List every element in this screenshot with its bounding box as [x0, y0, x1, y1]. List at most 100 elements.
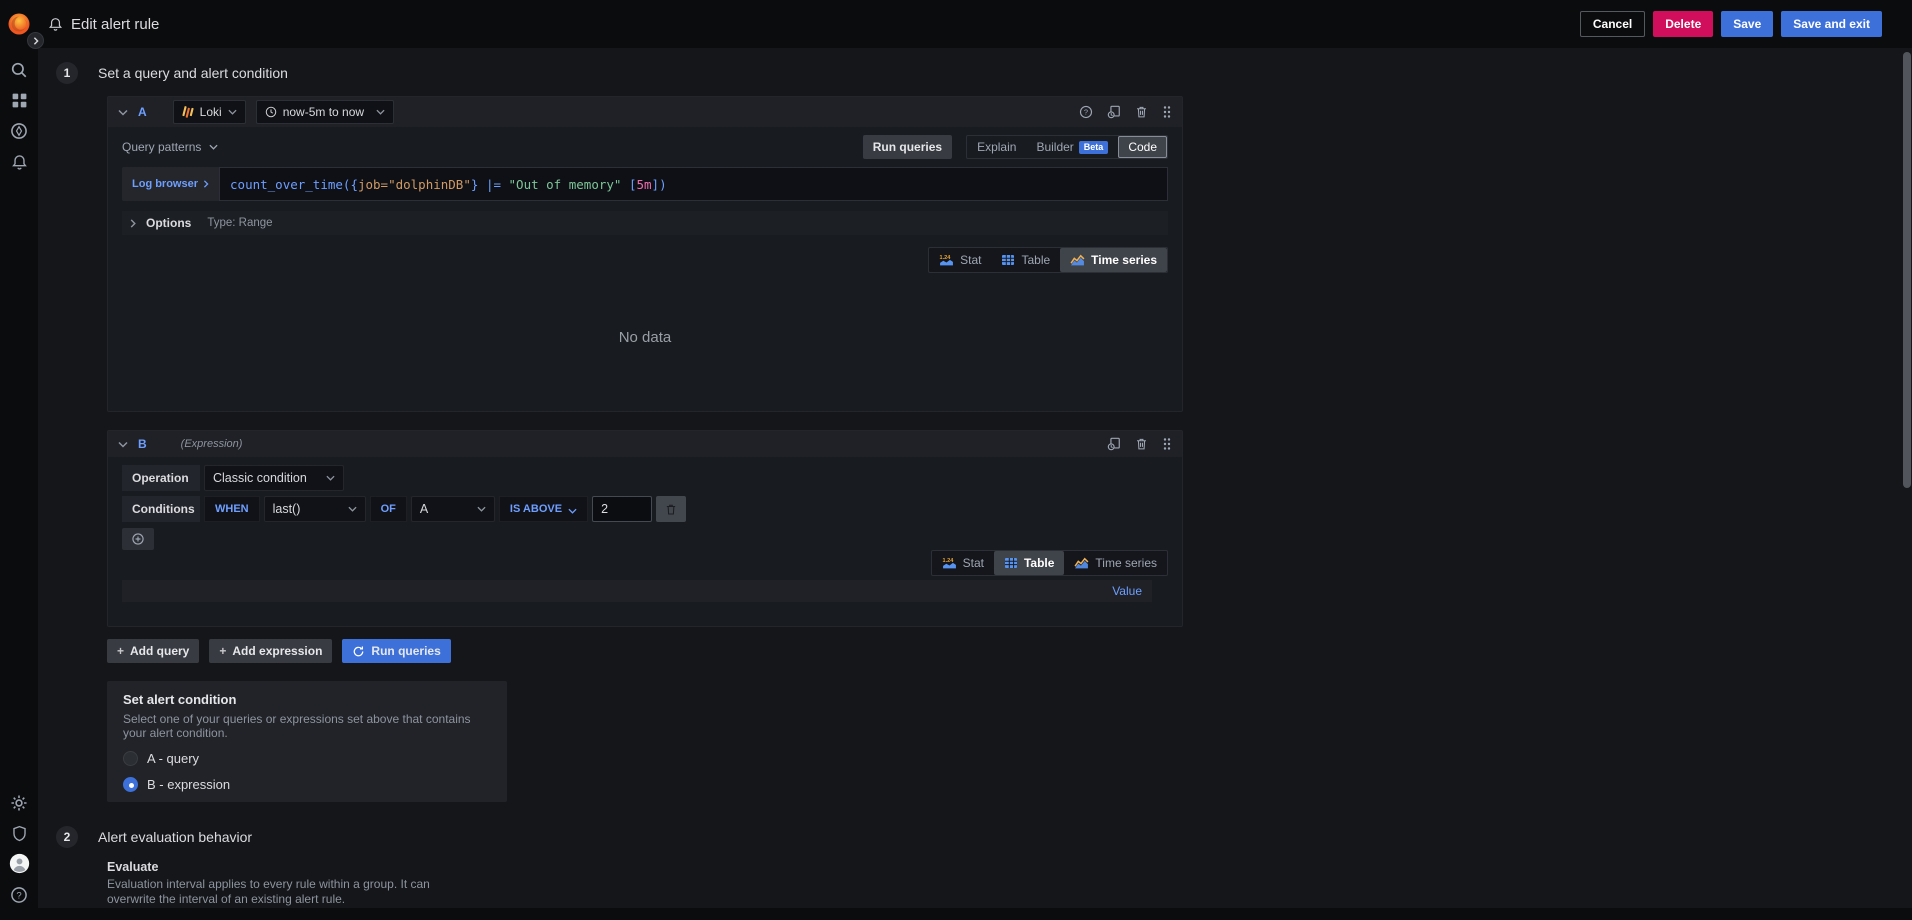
grafana-logo[interactable] — [6, 11, 32, 37]
query-patterns-label: Query patterns — [122, 140, 202, 154]
value-column-header[interactable]: Value — [1112, 584, 1142, 598]
options-label: Options — [146, 216, 192, 230]
time-range-picker[interactable]: now-5m to now — [255, 100, 395, 124]
server-admin-shield-icon[interactable] — [0, 818, 38, 848]
sidebar-expand-button[interactable] — [27, 32, 44, 49]
reducer-function-select[interactable]: last() — [263, 496, 366, 522]
query-actions-row: + Add query + Add expression Run queries — [107, 639, 1912, 663]
query-ref-select[interactable]: A — [410, 496, 495, 522]
beta-badge: Beta — [1078, 140, 1109, 154]
save-button[interactable]: Save — [1721, 11, 1774, 37]
evaluation-block: Evaluate Evaluation interval applies to … — [107, 860, 1912, 908]
add-expression-button[interactable]: + Add expression — [209, 639, 333, 663]
configuration-gear-icon[interactable] — [0, 788, 38, 818]
clock-icon — [265, 106, 276, 118]
expression-result-table: Value — [122, 580, 1152, 618]
condition-option-a[interactable]: A - query — [123, 751, 491, 766]
drag-handle-icon[interactable] — [1162, 437, 1172, 451]
viz-table-tab[interactable]: Table — [991, 248, 1060, 272]
explore-compass-icon[interactable] — [0, 116, 38, 146]
alert-bell-icon — [48, 17, 63, 32]
page-title: Edit alert rule — [71, 15, 160, 33]
delete-button[interactable]: Delete — [1653, 11, 1714, 37]
vertical-scrollbar[interactable] — [1903, 52, 1911, 488]
stat-icon: 1.24 — [942, 558, 956, 569]
radio-unchecked[interactable] — [123, 751, 138, 766]
threshold-input[interactable] — [592, 496, 653, 522]
step-1-number: 1 — [56, 62, 78, 84]
query-code-input[interactable]: count_over_time({job = "dolphinDB"} |= "Ou… — [219, 167, 1168, 201]
datasource-name: Loki — [199, 105, 222, 119]
editor-mode-explain[interactable]: Explain — [967, 136, 1026, 158]
of-keyword: OF — [369, 496, 407, 522]
collapse-chevron-icon[interactable] — [118, 109, 128, 116]
viz-canvas-a: No data — [122, 273, 1168, 401]
query-a-header: A Loki now-5m to now ? — [108, 97, 1182, 127]
set-alert-condition-box: Set alert condition Select one of your q… — [107, 681, 507, 802]
time-series-icon — [1070, 254, 1085, 266]
set-alert-condition-title: Set alert condition — [123, 692, 237, 707]
alerting-bell-icon[interactable] — [0, 147, 38, 177]
query-options-toggle[interactable]: Options Type: Range — [122, 211, 1168, 235]
user-avatar[interactable] — [0, 848, 38, 878]
viz-stat-tab[interactable]: 1.24 Stat — [932, 551, 994, 575]
operation-label: Operation — [122, 465, 200, 491]
viz-stat-tab[interactable]: 1.24 Stat — [929, 248, 991, 272]
evaluate-description: Evaluation interval applies to every rul… — [107, 877, 430, 906]
log-browser-button[interactable]: Log browser — [122, 167, 220, 201]
query-help-icon[interactable]: ? — [1079, 105, 1093, 119]
evaluate-title: Evaluate — [107, 860, 159, 874]
add-condition-button[interactable] — [122, 528, 154, 550]
operation-select[interactable]: Classic condition — [204, 465, 344, 491]
set-alert-condition-description: Select one of your queries or expression… — [123, 712, 471, 740]
duplicate-query-icon[interactable] — [1107, 105, 1121, 119]
no-data-text: No data — [618, 328, 672, 346]
svg-text:1.24: 1.24 — [940, 255, 952, 261]
viz-toggle-b: 1.24 Stat Table Time series — [930, 550, 1168, 576]
editor-mode-builder[interactable]: Builder Beta — [1026, 136, 1118, 158]
dashboards-icon[interactable] — [0, 85, 38, 115]
editor-mode-code[interactable]: Code — [1118, 136, 1167, 158]
duplicate-expression-icon[interactable] — [1107, 437, 1121, 451]
table-icon — [1004, 558, 1017, 568]
step-2-number: 2 — [56, 826, 78, 848]
condition-option-b[interactable]: B - expression — [123, 777, 491, 792]
remove-expression-trash-icon[interactable] — [1135, 437, 1148, 451]
remove-query-trash-icon[interactable] — [1135, 105, 1148, 119]
drag-handle-icon[interactable] — [1162, 105, 1172, 119]
query-editor-field: Log browser count_over_time({job = "dolphi… — [122, 167, 1168, 201]
section-2-header: 2 Alert evaluation behavior — [56, 826, 1912, 848]
table-icon — [1002, 255, 1015, 265]
sidebar: ? — [0, 0, 38, 920]
collapse-chevron-icon[interactable] — [118, 441, 128, 448]
query-patterns-dropdown[interactable]: Query patterns — [122, 140, 218, 154]
operation-row: Operation Classic condition — [122, 465, 1168, 491]
expression-panel-b: B (Expression) Operation Classic conditi… — [107, 430, 1183, 627]
table-header-row: Value — [122, 580, 1152, 602]
help-icon[interactable]: ? — [0, 880, 38, 910]
run-queries-button-a[interactable]: Run queries — [862, 135, 953, 159]
run-queries-button-main[interactable]: Run queries — [342, 639, 451, 663]
stat-icon: 1.24 — [940, 255, 954, 266]
section-2-title: Alert evaluation behavior — [98, 829, 253, 845]
datasource-picker[interactable]: Loki — [172, 100, 246, 124]
main-content: 1 Set a query and alert condition A Loki… — [38, 48, 1912, 908]
viz-timeseries-tab[interactable]: Time series — [1064, 551, 1167, 575]
add-query-button[interactable]: + Add query — [107, 639, 200, 663]
query-ref-label: A — [138, 105, 147, 119]
section-1-title: Set a query and alert condition — [98, 65, 288, 81]
viz-table-tab[interactable]: Table — [993, 551, 1065, 575]
evaluator-select[interactable]: IS ABOVE — [498, 496, 589, 522]
search-icon[interactable] — [0, 55, 38, 85]
expression-type-label: (Expression) — [180, 438, 243, 450]
options-summary: Type: Range — [207, 217, 273, 229]
remove-condition-button[interactable] — [656, 496, 687, 522]
svg-text:1.24: 1.24 — [942, 558, 954, 564]
conditions-row: Conditions WHEN last() OF A IS ABOVE — [122, 496, 1168, 522]
viz-timeseries-tab[interactable]: Time series — [1060, 248, 1167, 272]
save-and-exit-button[interactable]: Save and exit — [1781, 11, 1882, 37]
radio-checked[interactable] — [123, 777, 138, 792]
cancel-button[interactable]: Cancel — [1579, 11, 1646, 37]
svg-text:?: ? — [1084, 108, 1088, 117]
when-keyword: WHEN — [204, 496, 260, 522]
